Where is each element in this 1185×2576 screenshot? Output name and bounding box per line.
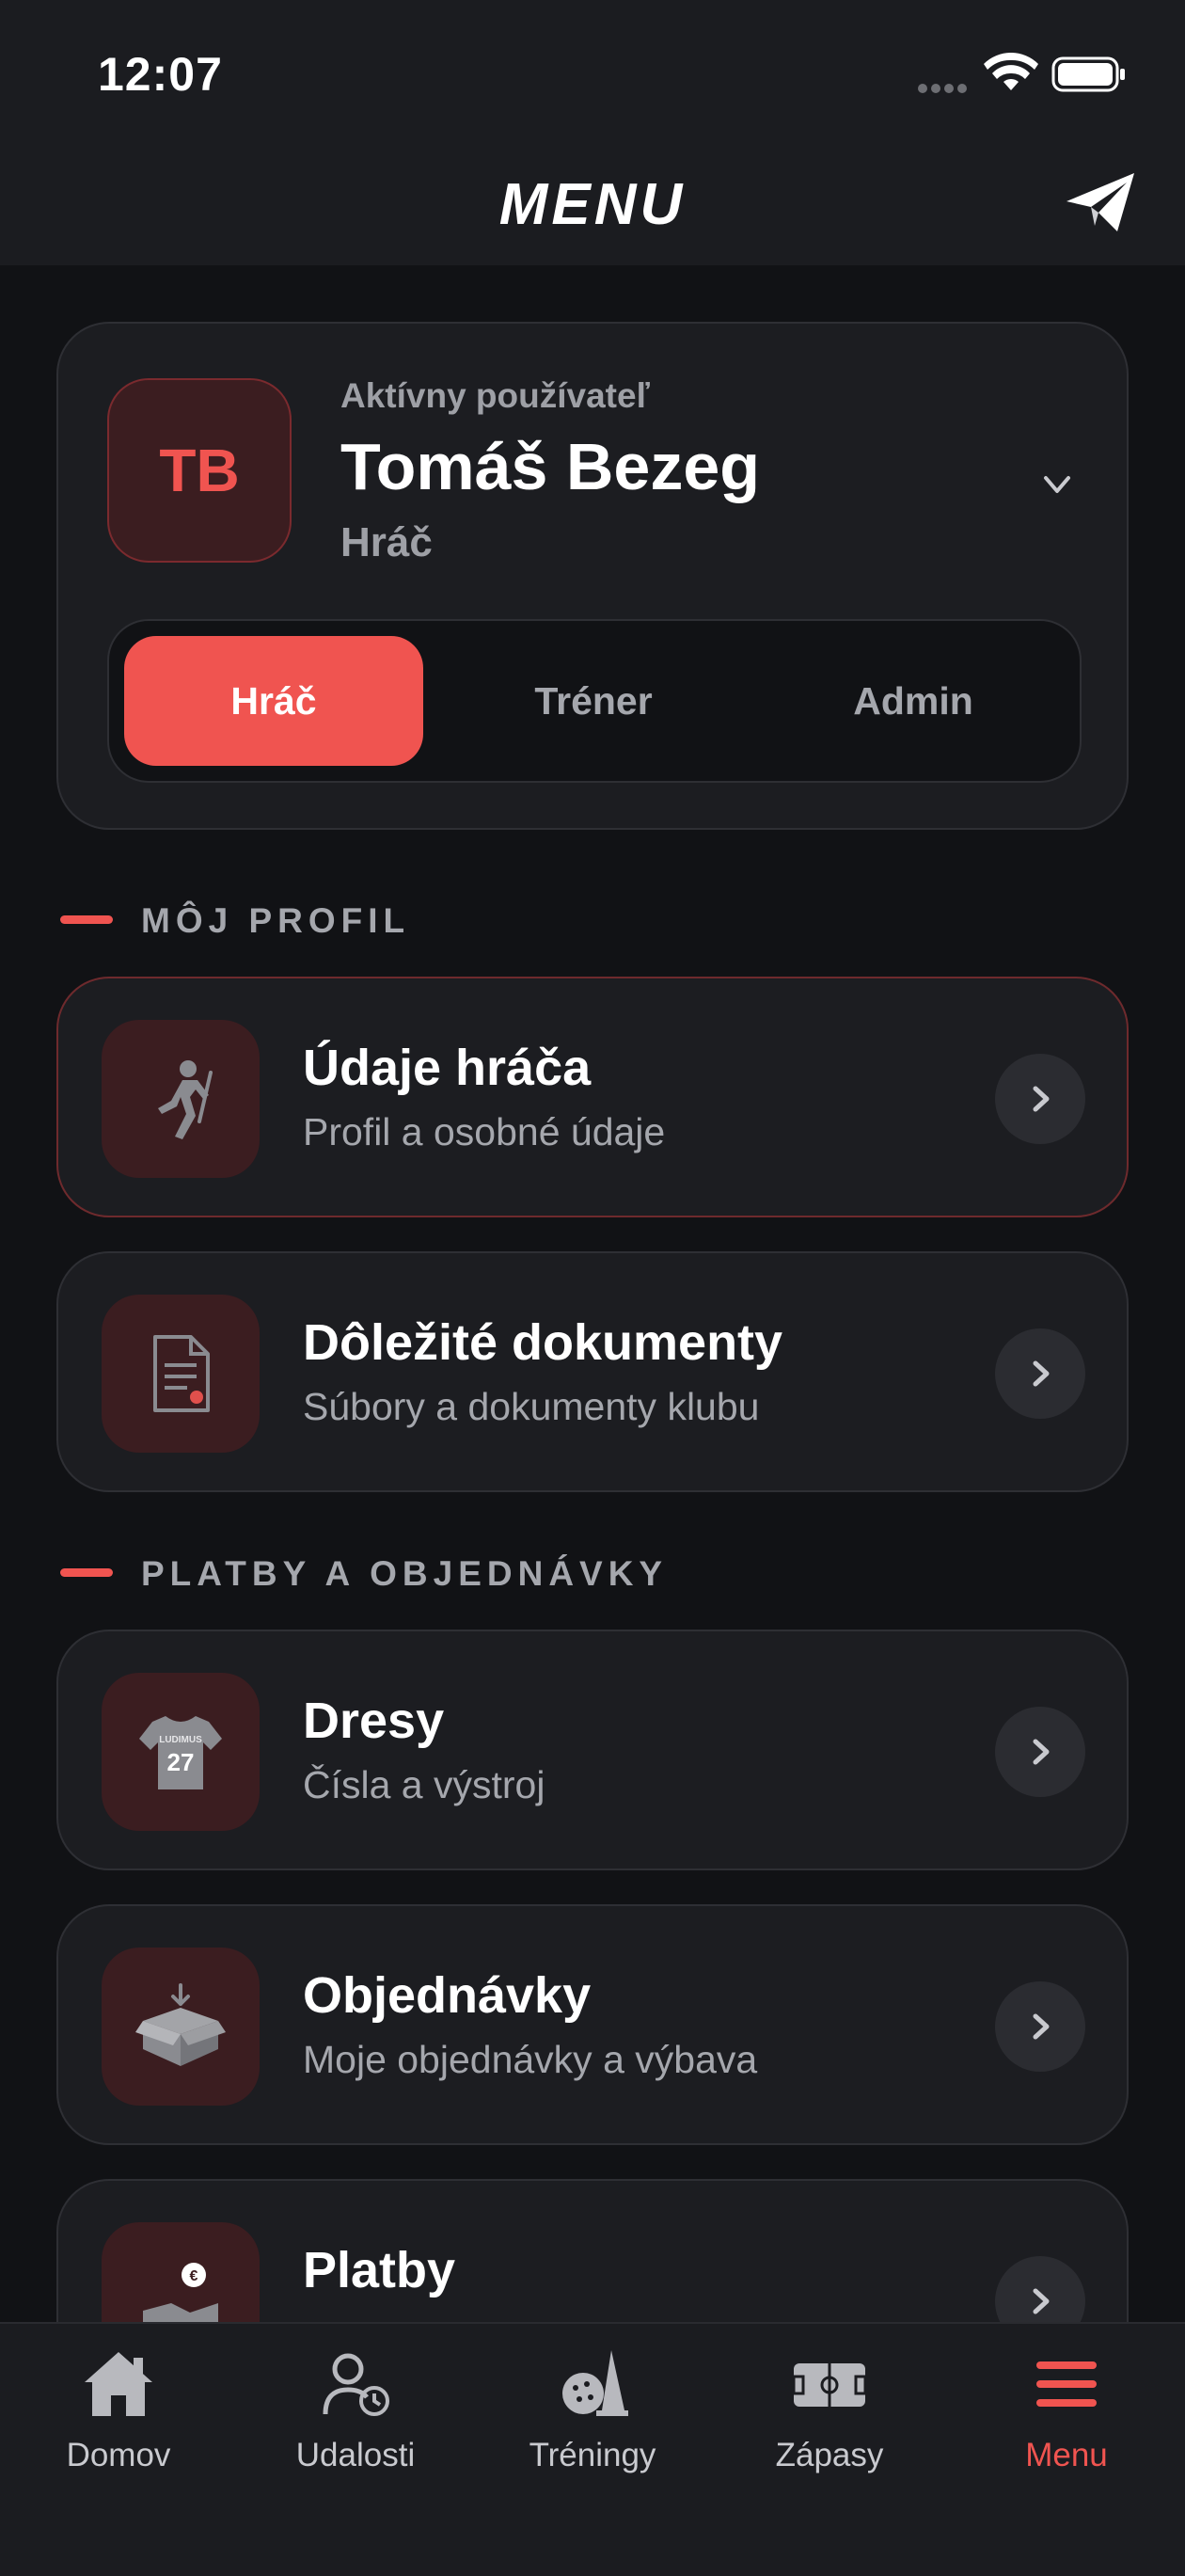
menu-item-jerseys[interactable]: LUDIMUS 27 Dresy Čísla a výstroj bbox=[56, 1630, 1129, 1870]
section-accent-bar bbox=[60, 1567, 113, 1577]
tab-label: Udalosti bbox=[295, 2437, 416, 2473]
role-option-coach[interactable]: Tréner bbox=[444, 636, 743, 766]
tab-events[interactable]: Udalosti bbox=[237, 2345, 474, 2495]
menu-icon bbox=[1036, 2361, 1097, 2407]
player-running-icon bbox=[102, 1020, 260, 1178]
menu-item-title: Platby bbox=[303, 2242, 456, 2298]
tab-bar: Domov Udalosti Tréningy Zápasy Menu bbox=[0, 2322, 1185, 2576]
menu-item-subtitle: Moje objednávky a výbava bbox=[303, 2038, 758, 2081]
user-name: Tomáš Bezeg bbox=[340, 430, 761, 503]
section-title-my-profile: MÔJ PROFIL bbox=[60, 901, 410, 941]
court-icon bbox=[792, 2363, 867, 2407]
payment-icon: € bbox=[102, 2222, 260, 2322]
tab-label: Domov bbox=[66, 2437, 171, 2473]
page-title: MENU bbox=[498, 172, 687, 237]
status-bar: 12:07 bbox=[0, 0, 1185, 141]
chevron-down-icon[interactable] bbox=[1040, 467, 1074, 501]
menu-item-orders[interactable]: Objednávky Moje objednávky a výbava bbox=[56, 1904, 1129, 2145]
role-option-admin[interactable]: Admin bbox=[764, 636, 1063, 766]
chevron-right-icon bbox=[995, 1328, 1085, 1419]
menu-item-subtitle: Súbory a dokumenty klubu bbox=[303, 1385, 760, 1428]
menu-item-title: Dôležité dokumenty bbox=[303, 1314, 783, 1371]
wifi-icon bbox=[984, 53, 1038, 90]
tab-label: Tréningy bbox=[529, 2437, 656, 2473]
home-icon bbox=[85, 2352, 152, 2416]
chevron-right-icon bbox=[995, 1054, 1085, 1144]
section-title-payments-orders: PLATBY A OBJEDNÁVKY bbox=[60, 1554, 668, 1594]
section-title-text: MÔJ PROFIL bbox=[141, 901, 411, 940]
jersey-text: LUDIMUS bbox=[159, 1735, 202, 1745]
events-icon bbox=[323, 2353, 389, 2416]
menu-item-title: Dresy bbox=[303, 1693, 445, 1749]
navigation-bar: MENU bbox=[0, 141, 1185, 265]
jersey-number: 27 bbox=[167, 1748, 195, 1776]
tab-label: Zápasy bbox=[775, 2437, 884, 2473]
active-user-card: TB Aktívny používateľ Tomáš Bezeg Hráč H… bbox=[56, 322, 1129, 830]
menu-item-title: Údaje hráča bbox=[303, 1040, 592, 1096]
chevron-right-icon bbox=[995, 1981, 1085, 2072]
training-icon bbox=[562, 2350, 628, 2416]
document-icon bbox=[102, 1295, 260, 1453]
tab-matches[interactable]: Zápasy bbox=[711, 2345, 948, 2495]
tab-label: Menu bbox=[1025, 2437, 1108, 2473]
menu-item-payments[interactable]: € Platby bbox=[56, 2179, 1129, 2322]
send-message-button[interactable] bbox=[1063, 169, 1138, 237]
role-switcher: Hráč Tréner Admin bbox=[107, 619, 1082, 783]
menu-content[interactable]: TB Aktívny používateľ Tomáš Bezeg Hráč H… bbox=[0, 265, 1185, 2322]
cellular-signal-icon bbox=[918, 81, 971, 98]
box-icon bbox=[102, 1948, 260, 2106]
chevron-right-icon bbox=[995, 2256, 1085, 2322]
menu-item-subtitle: Čísla a výstroj bbox=[303, 1763, 545, 1806]
menu-item-subtitle: Profil a osobné údaje bbox=[303, 1110, 666, 1153]
tab-trainings[interactable]: Tréningy bbox=[474, 2345, 711, 2495]
menu-item-player-details[interactable]: Údaje hráča Profil a osobné údaje bbox=[56, 977, 1129, 1217]
svg-text:€: € bbox=[190, 2268, 198, 2284]
user-caption: Aktívny používateľ bbox=[340, 376, 650, 415]
battery-icon bbox=[1051, 56, 1125, 92]
menu-item-title: Objednávky bbox=[303, 1967, 592, 2024]
role-option-player[interactable]: Hráč bbox=[124, 636, 423, 766]
tab-home[interactable]: Domov bbox=[0, 2345, 237, 2495]
chevron-right-icon bbox=[995, 1707, 1085, 1797]
status-time: 12:07 bbox=[98, 48, 223, 101]
avatar: TB bbox=[107, 378, 292, 563]
menu-item-important-documents[interactable]: Dôležité dokumenty Súbory a dokumenty kl… bbox=[56, 1251, 1129, 1492]
user-role: Hráč bbox=[340, 519, 433, 565]
section-title-text: PLATBY A OBJEDNÁVKY bbox=[141, 1554, 669, 1593]
jersey-icon: LUDIMUS 27 bbox=[102, 1673, 260, 1831]
tab-menu[interactable]: Menu bbox=[948, 2345, 1185, 2495]
section-accent-bar bbox=[60, 914, 113, 924]
